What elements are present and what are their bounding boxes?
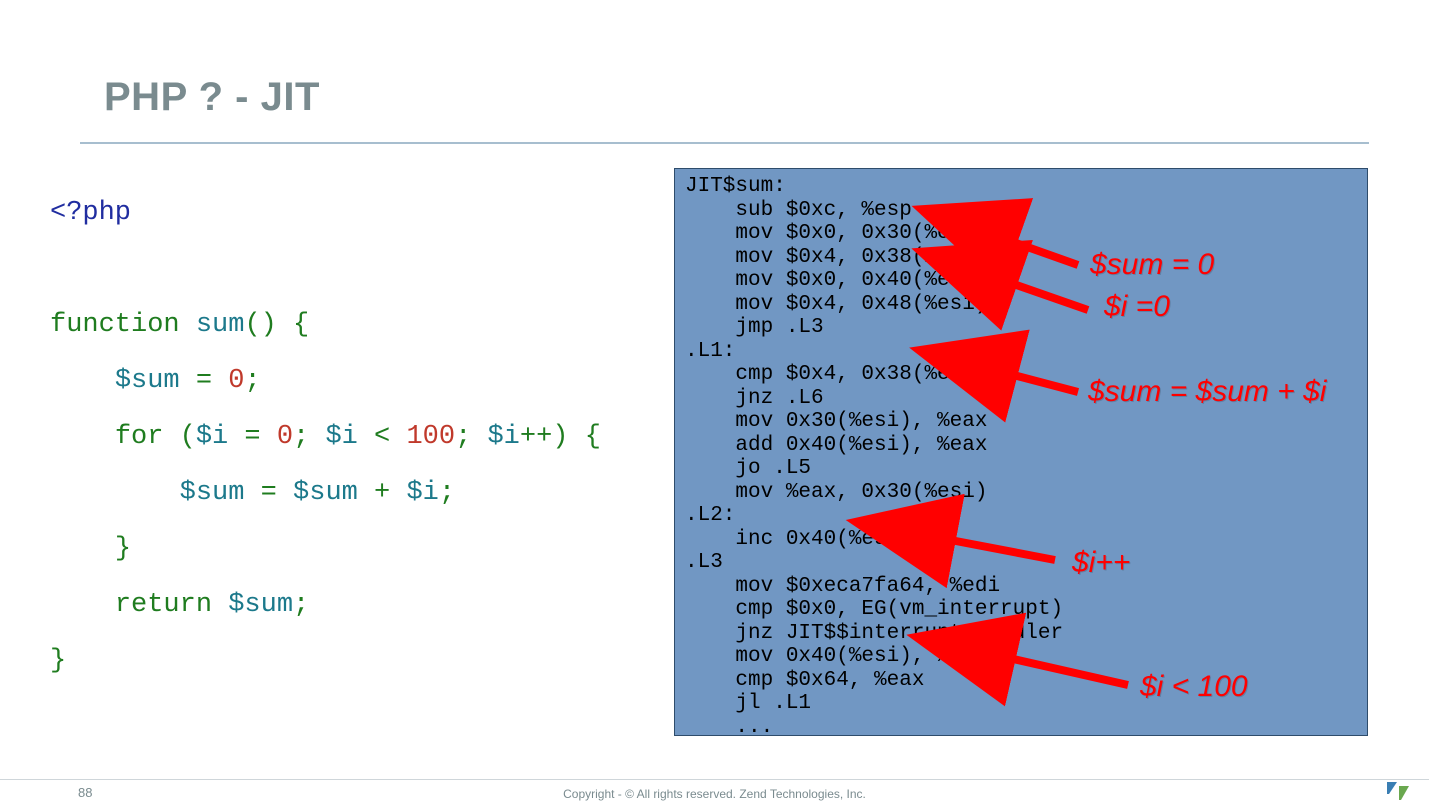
- asm-l12: jo .L5: [685, 457, 811, 480]
- php-semi-sp2: ;: [455, 422, 487, 452]
- asm-l15: inc 0x40(%esi): [685, 528, 912, 551]
- php-eq: =: [180, 366, 229, 396]
- annot-sum-plus-i: $sum = $sum + $i: [1088, 375, 1326, 409]
- php-close1: }: [115, 534, 131, 564]
- asm-l19: jnz JIT$$interrupt_handler: [685, 622, 1063, 645]
- asm-l0: JIT$sum:: [685, 175, 786, 198]
- asm-l10: mov 0x30(%esi), %eax: [685, 410, 987, 433]
- php-semi4: ;: [293, 590, 309, 620]
- php-plus: +: [358, 478, 407, 508]
- asm-l3: mov $0x4, 0x38(%esi): [685, 246, 987, 269]
- annot-sum-zero: $sum = 0: [1090, 248, 1214, 282]
- php-var-i3: $i: [487, 422, 519, 452]
- php-var-sum2: $sum: [180, 478, 245, 508]
- php-var-i: $i: [196, 422, 228, 452]
- php-sp: [212, 590, 228, 620]
- php-semi: ;: [244, 366, 260, 396]
- asm-l22: jl .L1: [685, 692, 811, 715]
- asm-l17: mov $0xeca7fa64, %edi: [685, 575, 1000, 598]
- title-underline: [80, 142, 1369, 144]
- asm-l18: cmp $0x0, EG(vm_interrupt): [685, 598, 1063, 621]
- php-open-tag: <?php: [50, 198, 131, 228]
- php-fn-paren: () {: [244, 310, 309, 340]
- zend-logo-icon: [1385, 780, 1411, 802]
- slide: PHP ? - JIT <?php function sum() { $sum …: [0, 0, 1429, 804]
- php-close2: }: [50, 646, 66, 676]
- asm-l11: add 0x40(%esi), %eax: [685, 434, 987, 457]
- php-zero2: 0: [277, 422, 293, 452]
- asm-l16: .L3: [685, 551, 723, 574]
- annot-i-lt-100: $i < 100: [1140, 670, 1248, 704]
- php-pp-close: ++) {: [520, 422, 601, 452]
- php-return-kw: return: [115, 590, 212, 620]
- asm-l20: mov 0x40(%esi), %eax: [685, 645, 987, 668]
- php-eq3: =: [244, 478, 293, 508]
- php-code-block: <?php function sum() { $sum = 0; for ($i…: [50, 185, 601, 689]
- php-var-i2: $i: [325, 422, 357, 452]
- php-zero: 0: [228, 366, 244, 396]
- php-var-sum4: $sum: [228, 590, 293, 620]
- asm-l23: ...: [685, 716, 773, 739]
- asm-l2: mov $0x0, 0x30(%esi): [685, 222, 987, 245]
- asm-l1: sub $0xc, %esp: [685, 199, 912, 222]
- footer: 88 Copyright - © All rights reserved. Ze…: [0, 779, 1429, 804]
- asm-panel: JIT$sum: sub $0xc, %esp mov $0x0, 0x30(%…: [674, 168, 1368, 736]
- php-semi3: ;: [439, 478, 455, 508]
- php-lt: <: [358, 422, 407, 452]
- php-function-kw: function: [50, 310, 180, 340]
- asm-l9: jnz .L6: [685, 387, 824, 410]
- php-function-name: sum: [180, 310, 245, 340]
- php-eq2: =: [228, 422, 277, 452]
- asm-l8: cmp $0x4, 0x38(%esi): [685, 363, 987, 386]
- php-sp-open: (: [163, 422, 195, 452]
- php-var-sum: $sum: [115, 366, 180, 396]
- php-semi-sp: ;: [293, 422, 325, 452]
- asm-l14: .L2:: [685, 504, 735, 527]
- slide-title: PHP ? - JIT: [104, 75, 320, 120]
- asm-l13: mov %eax, 0x30(%esi): [685, 481, 987, 504]
- php-var-sum3: $sum: [293, 478, 358, 508]
- annot-i-zero: $i =0: [1104, 290, 1170, 324]
- asm-l4: mov $0x0, 0x40(%esi): [685, 269, 987, 292]
- asm-l5: mov $0x4, 0x48(%esi): [685, 293, 987, 316]
- annot-i-pp: $i++: [1072, 546, 1130, 580]
- asm-l21: cmp $0x64, %eax: [685, 669, 924, 692]
- asm-l6: jmp .L3: [685, 316, 824, 339]
- php-for-kw: for: [115, 422, 164, 452]
- asm-l7: .L1:: [685, 340, 735, 363]
- php-var-i4: $i: [406, 478, 438, 508]
- copyright-text: Copyright - © All rights reserved. Zend …: [0, 787, 1429, 801]
- php-hundred: 100: [406, 422, 455, 452]
